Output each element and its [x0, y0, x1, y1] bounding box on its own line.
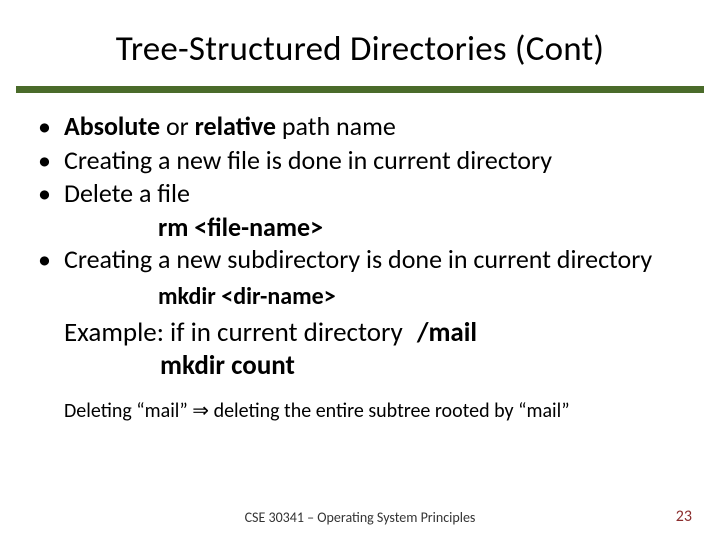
footer-text: CSE 30341 – Operating System Principles	[0, 509, 720, 526]
text: Deleting “mail”	[64, 399, 192, 423]
text: path name	[276, 110, 396, 142]
bullet-2: Creating a new file is done in current d…	[30, 145, 690, 177]
text: or	[160, 110, 195, 142]
slide-content: Absolute or relative path name Creating …	[0, 93, 720, 423]
deleting-note: Deleting “mail” ⇒ deleting the entire su…	[30, 399, 690, 423]
text: Delete a file	[64, 177, 190, 209]
command-rm: rm <file-name>	[30, 212, 690, 244]
bullet-3: Delete a file	[30, 178, 690, 210]
slide-title: Tree-Structured Directories (Cont)	[0, 0, 720, 80]
slide: Tree-Structured Directories (Cont) Absol…	[0, 0, 720, 540]
bullet-1: Absolute or relative path name	[30, 111, 690, 143]
title-underline	[16, 86, 704, 93]
example-label: Example: if in current directory	[64, 316, 409, 349]
text-bold: relative	[195, 110, 276, 142]
example-dir: /mail	[417, 316, 477, 349]
text: Creating a new subdirectory is done in c…	[64, 243, 652, 275]
command-mkdir: mkdir <dir-name>	[30, 282, 690, 311]
example-line-1: Example: if in current directory /mail	[30, 317, 690, 350]
page-number: 23	[676, 507, 692, 526]
text: deleting the entire subtree rooted by “m…	[209, 399, 570, 423]
text: Creating a new file is done in current d…	[64, 144, 552, 176]
bullet-list-2: Creating a new subdirectory is done in c…	[30, 244, 690, 276]
example-line-2: mkdir count	[30, 350, 690, 383]
bullet-4: Creating a new subdirectory is done in c…	[30, 244, 690, 276]
arrow-icon: ⇒	[192, 400, 209, 422]
bullet-list: Absolute or relative path name Creating …	[30, 111, 690, 210]
text-bold: Absolute	[64, 110, 160, 142]
